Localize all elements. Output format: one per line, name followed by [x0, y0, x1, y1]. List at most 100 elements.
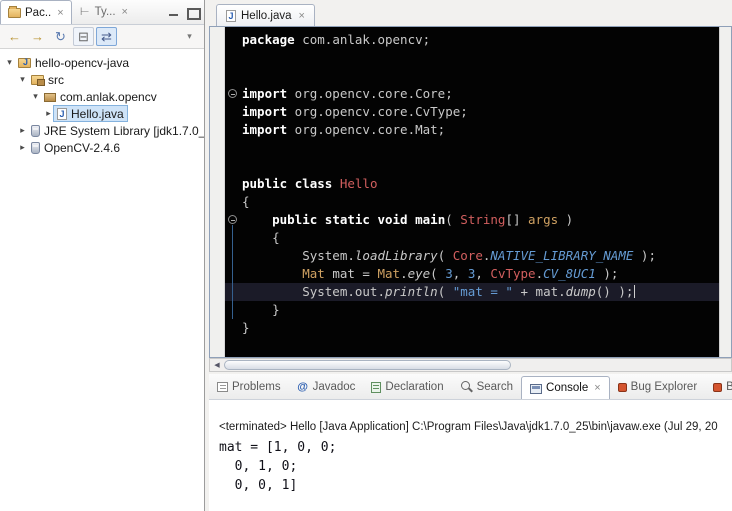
- close-icon[interactable]: ×: [299, 10, 305, 22]
- annotation-ruler[interactable]: [210, 27, 225, 357]
- code-text: }: [242, 319, 250, 337]
- code-line[interactable]: System.loadLibrary( Core.NATIVE_LIBRARY_…: [225, 247, 719, 265]
- expand-arrow-icon[interactable]: ▸: [17, 125, 28, 136]
- fold-gutter-cell: [225, 229, 242, 247]
- console-output[interactable]: mat = [1, 0, 0; 0, 1, 0; 0, 0, 1]: [209, 435, 732, 498]
- code-line[interactable]: package com.anlak.opencv;: [225, 31, 719, 49]
- expand-arrow-icon[interactable]: ▸: [17, 142, 28, 153]
- refresh-icon[interactable]: ↻: [50, 27, 71, 46]
- tab-declaration[interactable]: Declaration: [363, 374, 451, 399]
- code-text: public static void main( String[] args ): [242, 211, 573, 229]
- tree-item-com-anlak-opencv[interactable]: ▾com.anlak.opencv: [0, 88, 204, 105]
- code-line[interactable]: {: [225, 193, 719, 211]
- code-line[interactable]: {: [225, 229, 719, 247]
- fold-gutter-cell: [225, 175, 242, 193]
- tree-item-opencv-2-4-6[interactable]: ▸OpenCV-2.4.6: [0, 139, 204, 156]
- tab-problems[interactable]: Problems: [209, 374, 289, 399]
- maximize-button[interactable]: [185, 5, 199, 19]
- code-line[interactable]: Mat mat = Mat.eye( 3, 3, CvType.CV_8UC1 …: [225, 265, 719, 283]
- problems-icon: [217, 382, 228, 392]
- code-area[interactable]: package com.anlak.opencv; import org.open…: [225, 27, 719, 357]
- code-line[interactable]: public static void main( String[] args ): [225, 211, 719, 229]
- code-line[interactable]: import org.opencv.core.CvType;: [225, 103, 719, 121]
- forward-icon[interactable]: →: [27, 27, 48, 46]
- code-line[interactable]: }: [225, 301, 719, 319]
- editor-area: Hello.java × package com.anlak.opencv; im…: [209, 0, 732, 372]
- code-line[interactable]: [225, 67, 719, 85]
- tab-ty[interactable]: Ty... ×: [72, 0, 135, 24]
- code-token: void: [377, 212, 407, 227]
- code-line[interactable]: public class Hello: [225, 175, 719, 193]
- code-line[interactable]: [225, 139, 719, 157]
- code-token: println: [385, 284, 438, 299]
- expand-arrow-icon[interactable]: ▸: [43, 108, 54, 119]
- package-explorer-panel: Pac..× Ty... × ←→↻⊟⇄ ▾ ▾hello-opencv-java▾s…: [0, 0, 205, 511]
- tab-bug[interactable]: Bug: [705, 374, 732, 399]
- code-line[interactable]: [225, 49, 719, 67]
- tab-search[interactable]: Search: [452, 374, 521, 399]
- tree-item-hello-java[interactable]: ▸Hello.java: [0, 105, 204, 122]
- code-token: [408, 212, 416, 227]
- tab-label: Ty...: [95, 6, 116, 18]
- fold-gutter-cell: [225, 67, 242, 85]
- fold-gutter-cell: [225, 283, 242, 301]
- code-line[interactable]: import org.opencv.core.Mat;: [225, 121, 719, 139]
- tab-bug-explorer[interactable]: Bug Explorer: [610, 374, 705, 399]
- code-token: );: [596, 266, 619, 281]
- fold-scope-line: [232, 301, 233, 319]
- minimize-button[interactable]: [167, 5, 181, 19]
- tab-pac[interactable]: Pac..×: [0, 0, 72, 24]
- overview-ruler[interactable]: [719, 27, 731, 357]
- tab-hello-java[interactable]: Hello.java ×: [216, 4, 315, 26]
- code-token: import: [242, 86, 287, 101]
- link-with-editor-icon[interactable]: ⇄: [96, 27, 117, 46]
- tab-console[interactable]: Console×: [521, 376, 610, 399]
- code-line[interactable]: [225, 157, 719, 175]
- package-icon: [44, 93, 56, 102]
- tree-item-src[interactable]: ▾src: [0, 71, 204, 88]
- code-token: System.out.: [242, 284, 385, 299]
- code-line[interactable]: import org.opencv.core.Core;: [225, 85, 719, 103]
- tree-item-content: com.anlak.opencv: [41, 89, 160, 104]
- tree-item-hello-opencv-java[interactable]: ▾hello-opencv-java: [0, 54, 204, 71]
- code-token: class: [295, 176, 333, 191]
- bottom-panel: ProblemsJavadocDeclarationSearchConsole×…: [209, 374, 732, 511]
- collapse-arrow-icon[interactable]: ▾: [17, 74, 28, 85]
- fold-collapse-icon[interactable]: [228, 89, 237, 98]
- search-icon: [460, 380, 473, 393]
- tab-label: Bug: [726, 381, 732, 393]
- code-token: .: [536, 266, 544, 281]
- close-icon[interactable]: ×: [594, 382, 600, 394]
- code-token: loadLibrary: [355, 248, 438, 263]
- fold-gutter-cell: [225, 31, 242, 49]
- view-menu-icon[interactable]: ▾: [179, 27, 200, 46]
- tab-javadoc[interactable]: Javadoc: [289, 374, 364, 399]
- collapse-arrow-icon[interactable]: ▾: [30, 91, 41, 102]
- code-token: org.opencv.core.CvType;: [287, 104, 468, 119]
- code-text: {: [242, 193, 250, 211]
- close-icon[interactable]: ×: [122, 6, 128, 18]
- fold-gutter-cell: [225, 139, 242, 157]
- code-token: () );: [596, 284, 634, 299]
- text-caret: [634, 285, 635, 298]
- tree-item-content: OpenCV-2.4.6: [28, 140, 123, 155]
- code-line[interactable]: }: [225, 319, 719, 337]
- collapse-all-icon[interactable]: ⊟: [73, 27, 94, 46]
- code-text: public class Hello: [242, 175, 378, 193]
- code-token: package: [242, 32, 295, 47]
- code-token: (: [430, 266, 445, 281]
- horizontal-scrollbar[interactable]: ◀: [209, 358, 732, 372]
- code-line[interactable]: System.out.println( "mat = " + mat.dump(…: [225, 283, 719, 301]
- fold-gutter-cell: [225, 157, 242, 175]
- back-icon[interactable]: ←: [4, 27, 25, 46]
- console-icon: [530, 384, 542, 394]
- fold-collapse-icon[interactable]: [228, 215, 237, 224]
- code-token: public: [272, 212, 317, 227]
- scrollbar-thumb[interactable]: [224, 360, 511, 370]
- tree-item-jre-system-library-jdk1-7-0-25[interactable]: ▸JRE System Library [jdk1.7.0_25]: [0, 122, 204, 139]
- scroll-left-icon[interactable]: ◀: [210, 361, 224, 369]
- code-text: {: [242, 229, 280, 247]
- fold-scope-line: [232, 283, 233, 301]
- close-icon[interactable]: ×: [57, 7, 63, 19]
- collapse-arrow-icon[interactable]: ▾: [4, 57, 15, 68]
